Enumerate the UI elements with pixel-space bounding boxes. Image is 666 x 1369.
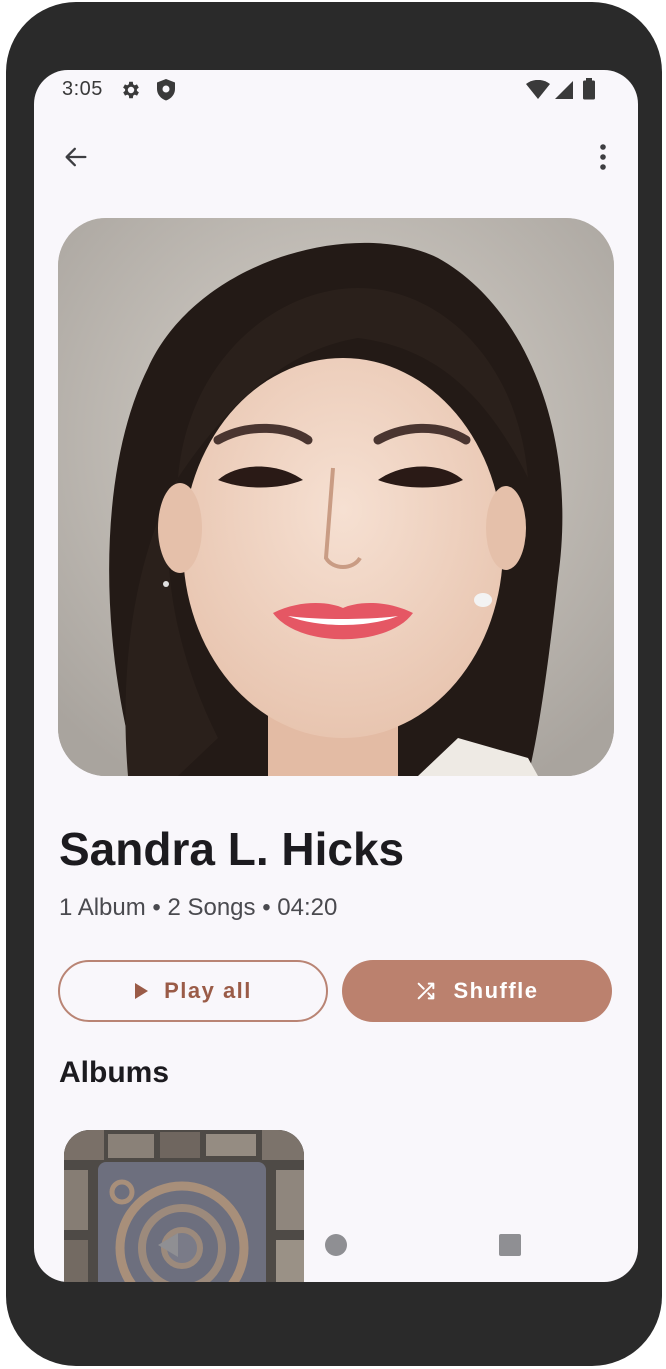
play-icon: [135, 983, 149, 999]
artist-photo: [58, 218, 614, 776]
screen: 3:05 Sandra L. Hicks 1 Album • 2 Songs •…: [34, 70, 638, 1282]
navigation-bar: [34, 1218, 638, 1282]
home-circle-icon[interactable]: [324, 1233, 348, 1257]
back-triangle-icon[interactable]: [156, 1232, 180, 1258]
wifi-icon: [526, 80, 550, 99]
artist-name: Sandra L. Hicks: [59, 823, 405, 875]
settings-icon: [123, 81, 139, 99]
more-vert-icon[interactable]: [591, 143, 615, 171]
play-all-label: Play all: [164, 978, 252, 1003]
power-button: [6, 358, 14, 444]
artist-meta: 1 Album • 2 Songs • 04:20: [59, 894, 338, 921]
status-time: 3:05: [62, 78, 103, 100]
arrow-back-icon[interactable]: [62, 143, 90, 171]
battery-icon: [583, 78, 595, 100]
shuffle-label: Shuffle: [453, 978, 539, 1003]
volume-button: [6, 242, 14, 328]
shuffle-button[interactable]: Shuffle: [342, 960, 612, 1022]
shield-icon: [157, 79, 175, 101]
signal-icon: [555, 81, 573, 99]
shuffle-icon: [418, 982, 435, 1000]
recents-square-icon[interactable]: [498, 1233, 522, 1257]
status-bar: 3:05: [34, 70, 638, 110]
play-all-button[interactable]: Play all: [58, 960, 328, 1022]
albums-section-title: Albums: [59, 1056, 170, 1089]
